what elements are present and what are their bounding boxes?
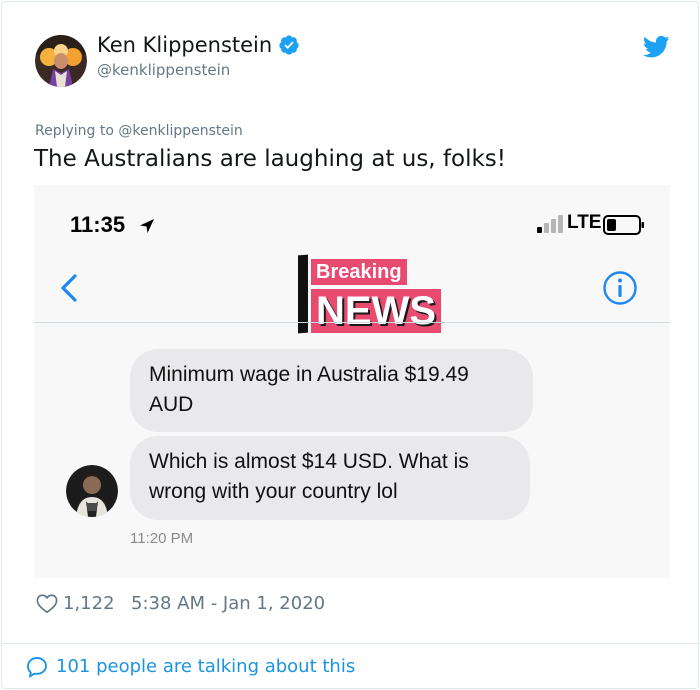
tweet-timestamp[interactable]: 5:38 AM - Jan 1, 2020 xyxy=(131,593,325,614)
signal-strength-icon xyxy=(537,215,563,233)
battery-icon xyxy=(603,215,644,235)
tweet-media-image[interactable]: 11:35 LTE Breaking NEWS Minimum wage in … xyxy=(34,185,670,578)
avatar-image xyxy=(35,35,87,87)
author-handle[interactable]: @kenklippenstein xyxy=(97,61,230,79)
phone-status-time: 11:35 xyxy=(70,212,126,237)
twitter-bird-icon[interactable] xyxy=(643,35,670,59)
message-bubble: Minimum wage in Australia $19.49 AUD xyxy=(130,349,533,432)
display-name-text: Ken Klippenstein xyxy=(97,33,273,57)
back-chevron-icon[interactable] xyxy=(58,273,80,303)
logo-news-text: NEWS xyxy=(311,289,441,333)
info-icon[interactable] xyxy=(602,270,638,306)
logo-breaking-text: Breaking xyxy=(311,259,407,285)
heart-icon[interactable] xyxy=(36,593,58,614)
footer-divider xyxy=(2,643,698,644)
tweet-text: The Australians are laughing at us, folk… xyxy=(34,146,507,172)
network-type: LTE xyxy=(567,212,602,233)
replying-to-label[interactable]: Replying to @kenklippenstein xyxy=(35,123,243,139)
sender-avatar xyxy=(66,465,118,517)
author-display-name[interactable]: Ken Klippenstein xyxy=(97,33,300,57)
nav-divider xyxy=(34,322,670,323)
speech-bubble-icon[interactable] xyxy=(26,656,48,678)
conversation-link[interactable]: 101 people are talking about this xyxy=(56,656,355,677)
author-avatar[interactable] xyxy=(35,35,87,87)
sender-avatar-image xyxy=(66,465,118,517)
tweet-card: Ken Klippenstein @kenklippenstein Replyi… xyxy=(1,1,699,689)
breaking-news-contact-logo: Breaking NEWS xyxy=(298,253,450,337)
message-timestamp: 11:20 PM xyxy=(130,530,194,547)
verified-badge-icon xyxy=(279,35,299,55)
message-bubble: Which is almost $14 USD. What is wrong w… xyxy=(130,436,530,520)
like-count[interactable]: 1,122 xyxy=(63,593,115,614)
location-arrow-icon xyxy=(140,219,154,233)
